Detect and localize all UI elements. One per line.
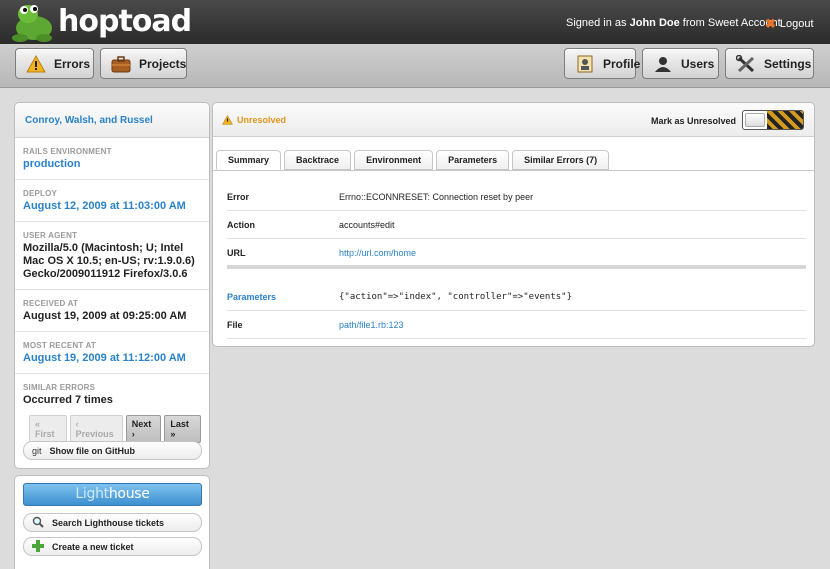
lighthouse-logo: Lighthouse xyxy=(23,483,202,506)
deploy-label: DEPLOY xyxy=(23,189,58,198)
errors-button[interactable]: Errors xyxy=(15,48,94,79)
top-bar: hoptoad Signed in as John Doe from Sweet… xyxy=(0,0,830,44)
show-on-github-button[interactable]: git Show file on GitHub xyxy=(23,441,202,460)
signed-in-text: Signed in as John Doe from Sweet Account xyxy=(566,17,781,29)
deploy-value[interactable]: August 12, 2009 at 11:03:00 AM xyxy=(23,200,201,213)
github-label: Show file on GitHub xyxy=(49,445,136,456)
signed-in-prefix: Signed in as xyxy=(566,17,627,29)
url-link[interactable]: http://url.com/home xyxy=(339,248,416,258)
logo-text: hoptoad xyxy=(58,4,192,39)
error-value: Errno::ECONNRESET: Connection reset by p… xyxy=(339,191,534,202)
user-name: John Doe xyxy=(629,17,680,29)
logout-link[interactable]: ✖ Logout xyxy=(765,16,814,32)
toggle-stripes xyxy=(767,111,803,129)
tools-icon xyxy=(735,54,756,73)
user-agent-label: USER AGENT xyxy=(23,231,78,240)
user-agent-section: USER AGENT Mozilla/5.0 (Macintosh; U; In… xyxy=(15,222,209,290)
briefcase-icon xyxy=(111,55,131,73)
similar-errors-section: SIMILAR ERRORS Occurred 7 times « First … xyxy=(15,374,209,451)
profile-button[interactable]: Profile xyxy=(564,48,640,79)
settings-button[interactable]: Settings xyxy=(725,48,814,79)
lighthouse-panel: Lighthouse Search Lighthouse tickets Cre… xyxy=(14,475,210,569)
users-label: Users xyxy=(681,56,715,71)
project-name[interactable]: Conroy, Walsh, and Russel xyxy=(15,103,209,138)
panel-header: Unresolved Mark as Unresolved xyxy=(213,103,814,137)
rails-environment-label: RAILS ENVIRONMENT xyxy=(23,147,112,156)
deploy-section: DEPLOY August 12, 2009 at 11:03:00 AM xyxy=(15,180,209,222)
error-row: Error Errno::ECONNRESET: Connection rese… xyxy=(227,183,806,211)
mark-unresolved-label: Mark as Unresolved xyxy=(651,116,737,126)
create-ticket-label: Create a new ticket xyxy=(52,541,134,552)
tab-similar-errors[interactable]: Similar Errors (7) xyxy=(512,150,610,170)
warning-icon xyxy=(26,54,46,73)
close-icon: ✖ xyxy=(765,16,776,31)
lighthouse-logo-part-2: house xyxy=(108,486,150,502)
search-lighthouse-button[interactable]: Search Lighthouse tickets xyxy=(23,513,202,532)
status-text: Unresolved xyxy=(237,115,287,125)
parameters-key[interactable]: Parameters xyxy=(227,292,339,302)
rails-environment-section: RAILS ENVIRONMENT production xyxy=(15,138,209,180)
url-key: URL xyxy=(227,248,246,258)
action-value: accounts#edit xyxy=(339,219,395,230)
similar-errors-value: Occurred 7 times xyxy=(23,394,113,406)
received-label: RECEIVED AT xyxy=(23,299,79,308)
tab-backtrace[interactable]: Backtrace xyxy=(284,150,352,170)
received-section: RECEIVED AT August 19, 2009 at 09:25:00 … xyxy=(15,290,209,332)
settings-label: Settings xyxy=(764,56,812,71)
users-icon xyxy=(653,55,673,73)
toad-icon xyxy=(12,5,52,42)
hoptoad-logo[interactable]: hoptoad xyxy=(8,0,192,44)
profile-label: Profile xyxy=(603,56,641,71)
warning-icon xyxy=(222,115,233,125)
tabs: Summary Backtrace Environment Parameters… xyxy=(216,150,610,170)
most-recent-label: MOST RECENT AT xyxy=(23,341,97,350)
pager: « First ‹ Previous Next › Last » xyxy=(23,415,202,443)
create-ticket-button[interactable]: Create a new ticket xyxy=(23,537,202,556)
action-row: Action accounts#edit xyxy=(227,211,806,239)
file-key: File xyxy=(227,319,243,330)
projects-button[interactable]: Projects xyxy=(100,48,187,79)
file-link[interactable]: path/file1.rb:123 xyxy=(339,320,404,330)
action-key: Action xyxy=(227,219,255,230)
most-recent-value[interactable]: August 19, 2009 at 11:12:00 AM xyxy=(23,352,201,365)
section-divider xyxy=(227,265,806,269)
previous-page-button[interactable]: ‹ Previous xyxy=(69,415,123,443)
tab-summary[interactable]: Summary xyxy=(216,150,282,170)
errors-label: Errors xyxy=(54,56,91,71)
parameters-row: Parameters {"action"=>"index", "controll… xyxy=(227,283,806,311)
error-key: Error xyxy=(227,191,250,202)
search-lighthouse-label: Search Lighthouse tickets xyxy=(52,517,165,528)
last-page-button[interactable]: Last » xyxy=(164,415,202,443)
rails-environment-value[interactable]: production xyxy=(23,158,201,171)
tab-parameters[interactable]: Parameters xyxy=(436,150,510,170)
logout-label: Logout xyxy=(779,18,814,30)
projects-label: Projects xyxy=(139,56,187,71)
received-value: August 19, 2009 at 09:25:00 AM xyxy=(23,310,187,322)
tab-divider xyxy=(213,170,814,171)
most-recent-section: MOST RECENT AT August 19, 2009 at 11:12:… xyxy=(15,332,209,374)
first-page-button[interactable]: « First xyxy=(29,415,67,443)
user-agent-value: Mozilla/5.0 (Macintosh; U; Intel Mac OS … xyxy=(23,242,195,280)
resolved-toggle[interactable] xyxy=(742,110,804,130)
toggle-knob[interactable] xyxy=(745,113,765,127)
parameters-value: {"action"=>"index", "controller"=>"event… xyxy=(339,291,572,302)
next-page-button[interactable]: Next › xyxy=(125,415,162,443)
file-row: File path/file1.rb:123 xyxy=(227,311,806,339)
plus-icon xyxy=(32,539,44,554)
error-summary-panel: Unresolved Mark as Unresolved Summary Ba… xyxy=(212,102,815,347)
similar-errors-label: SIMILAR ERRORS xyxy=(23,383,96,392)
url-row: URL http://url.com/home xyxy=(227,239,806,267)
lighthouse-logo-part-1: Light xyxy=(75,486,109,502)
tab-environment[interactable]: Environment xyxy=(354,150,434,170)
search-icon xyxy=(32,516,44,530)
users-button[interactable]: Users xyxy=(642,48,719,79)
profile-icon xyxy=(575,55,595,73)
status-badge: Unresolved xyxy=(222,115,286,125)
error-details-sidebar: Conroy, Walsh, and Russel RAILS ENVIRONM… xyxy=(14,102,210,469)
github-icon: git xyxy=(32,445,42,456)
